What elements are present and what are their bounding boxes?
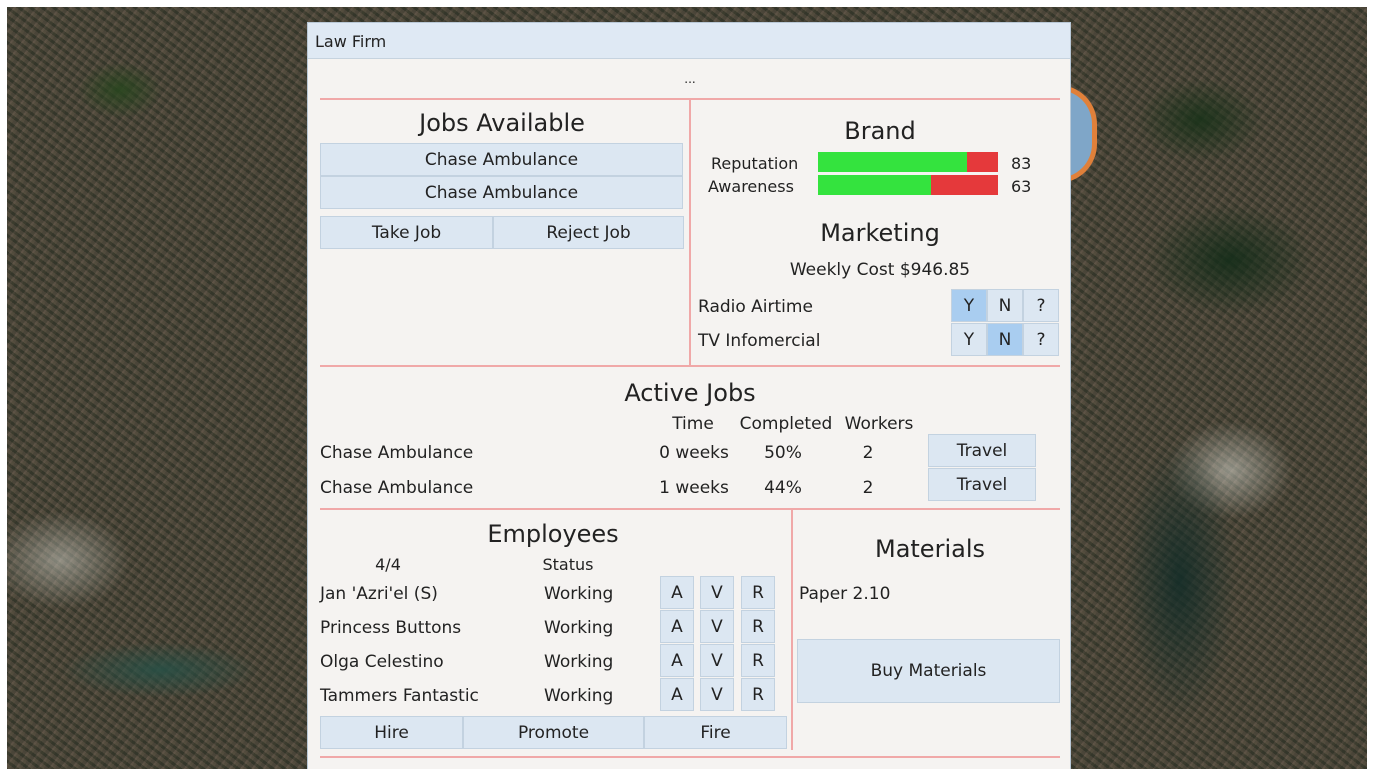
active-job-time: 1 weeks xyxy=(659,478,729,498)
employee-assign-button[interactable]: A xyxy=(660,576,694,609)
window-subtitle: ... xyxy=(684,72,696,86)
awareness-bar-fill xyxy=(818,175,932,195)
frame-border-right xyxy=(1367,0,1373,769)
radio-airtime-label: Radio Airtime xyxy=(698,297,813,317)
divider-vertical-bottom xyxy=(791,510,793,750)
buy-materials-button[interactable]: Buy Materials xyxy=(797,639,1060,703)
employee-name: Princess Buttons xyxy=(320,618,462,638)
employees-heading: Employees xyxy=(487,520,619,548)
employee-raise-button[interactable]: R xyxy=(741,610,775,643)
reputation-label: Reputation xyxy=(711,154,799,173)
reject-job-button[interactable]: Reject Job xyxy=(493,216,684,249)
tv-infomercial-info-button[interactable]: ? xyxy=(1023,323,1059,356)
radio-airtime-info-button[interactable]: ? xyxy=(1023,289,1059,322)
divider-vertical-top xyxy=(689,100,691,366)
travel-button[interactable]: Travel xyxy=(928,434,1036,467)
window-titlebar[interactable]: Law Firm xyxy=(308,23,1070,59)
tv-infomercial-label: TV Infomercial xyxy=(698,331,821,351)
employee-assign-button[interactable]: A xyxy=(660,610,694,643)
law-firm-window: Law Firm ... Jobs Available Chase Ambula… xyxy=(307,22,1071,769)
awareness-value: 63 xyxy=(1011,177,1032,196)
employee-name: Jan 'Azri'el (S) xyxy=(320,584,438,604)
available-job-item[interactable]: Chase Ambulance xyxy=(320,143,683,176)
promote-button[interactable]: Promote xyxy=(463,716,644,749)
col-header-completed: Completed xyxy=(739,414,833,434)
active-job-name: Chase Ambulance xyxy=(320,478,474,498)
col-header-time: Time xyxy=(672,414,714,434)
tv-infomercial-no-button[interactable]: N xyxy=(987,323,1023,356)
window-title: Law Firm xyxy=(315,32,387,51)
active-job-completed: 50% xyxy=(764,443,802,463)
employee-status: Working xyxy=(544,686,614,706)
awareness-bar xyxy=(818,175,998,195)
employee-view-button[interactable]: V xyxy=(700,644,734,677)
employee-raise-button[interactable]: R xyxy=(741,576,775,609)
fire-button[interactable]: Fire xyxy=(644,716,787,749)
active-job-name: Chase Ambulance xyxy=(320,443,474,463)
travel-button[interactable]: Travel xyxy=(928,468,1036,501)
paper-amount: Paper 2.10 xyxy=(799,584,891,604)
active-job-time: 0 weeks xyxy=(659,443,729,463)
employee-view-button[interactable]: V xyxy=(700,576,734,609)
employee-status: Working xyxy=(544,618,614,638)
frame-border-left xyxy=(0,0,7,769)
divider-employees xyxy=(320,508,1060,510)
employee-name: Tammers Fantastic xyxy=(320,686,479,706)
employee-raise-button[interactable]: R xyxy=(741,678,775,711)
frame-border-top xyxy=(0,0,1373,7)
hire-button[interactable]: Hire xyxy=(320,716,463,749)
employee-raise-button[interactable]: R xyxy=(741,644,775,677)
divider-active-jobs xyxy=(320,365,1060,367)
employee-assign-button[interactable]: A xyxy=(660,644,694,677)
materials-heading: Materials xyxy=(874,535,985,563)
active-jobs-heading: Active Jobs xyxy=(624,379,756,407)
employee-view-button[interactable]: V xyxy=(700,678,734,711)
status-header: Status xyxy=(542,555,594,574)
marketing-heading: Marketing xyxy=(820,219,940,247)
available-job-item[interactable]: Chase Ambulance xyxy=(320,176,683,209)
col-header-workers: Workers xyxy=(844,414,914,434)
tv-infomercial-yes-button[interactable]: Y xyxy=(951,323,987,356)
employee-assign-button[interactable]: A xyxy=(660,678,694,711)
reputation-bar-fill xyxy=(818,152,968,172)
employee-status: Working xyxy=(544,652,614,672)
radio-airtime-yes-button[interactable]: Y xyxy=(951,289,987,322)
employee-count: 4/4 xyxy=(375,555,401,574)
weekly-cost: Weekly Cost $946.85 xyxy=(789,260,971,280)
awareness-label: Awareness xyxy=(708,177,794,196)
active-job-workers: 2 xyxy=(862,478,874,498)
active-job-completed: 44% xyxy=(764,478,802,498)
brand-heading: Brand xyxy=(844,117,916,145)
take-job-button[interactable]: Take Job xyxy=(320,216,493,249)
employee-status: Working xyxy=(544,584,614,604)
reputation-bar xyxy=(818,152,998,172)
radio-airtime-no-button[interactable]: N xyxy=(987,289,1023,322)
divider-bottom xyxy=(320,756,1060,758)
employee-view-button[interactable]: V xyxy=(700,610,734,643)
active-job-workers: 2 xyxy=(862,443,874,463)
jobs-available-heading: Jobs Available xyxy=(419,109,585,137)
reputation-value: 83 xyxy=(1011,154,1032,173)
employee-name: Olga Celestino xyxy=(320,652,444,672)
